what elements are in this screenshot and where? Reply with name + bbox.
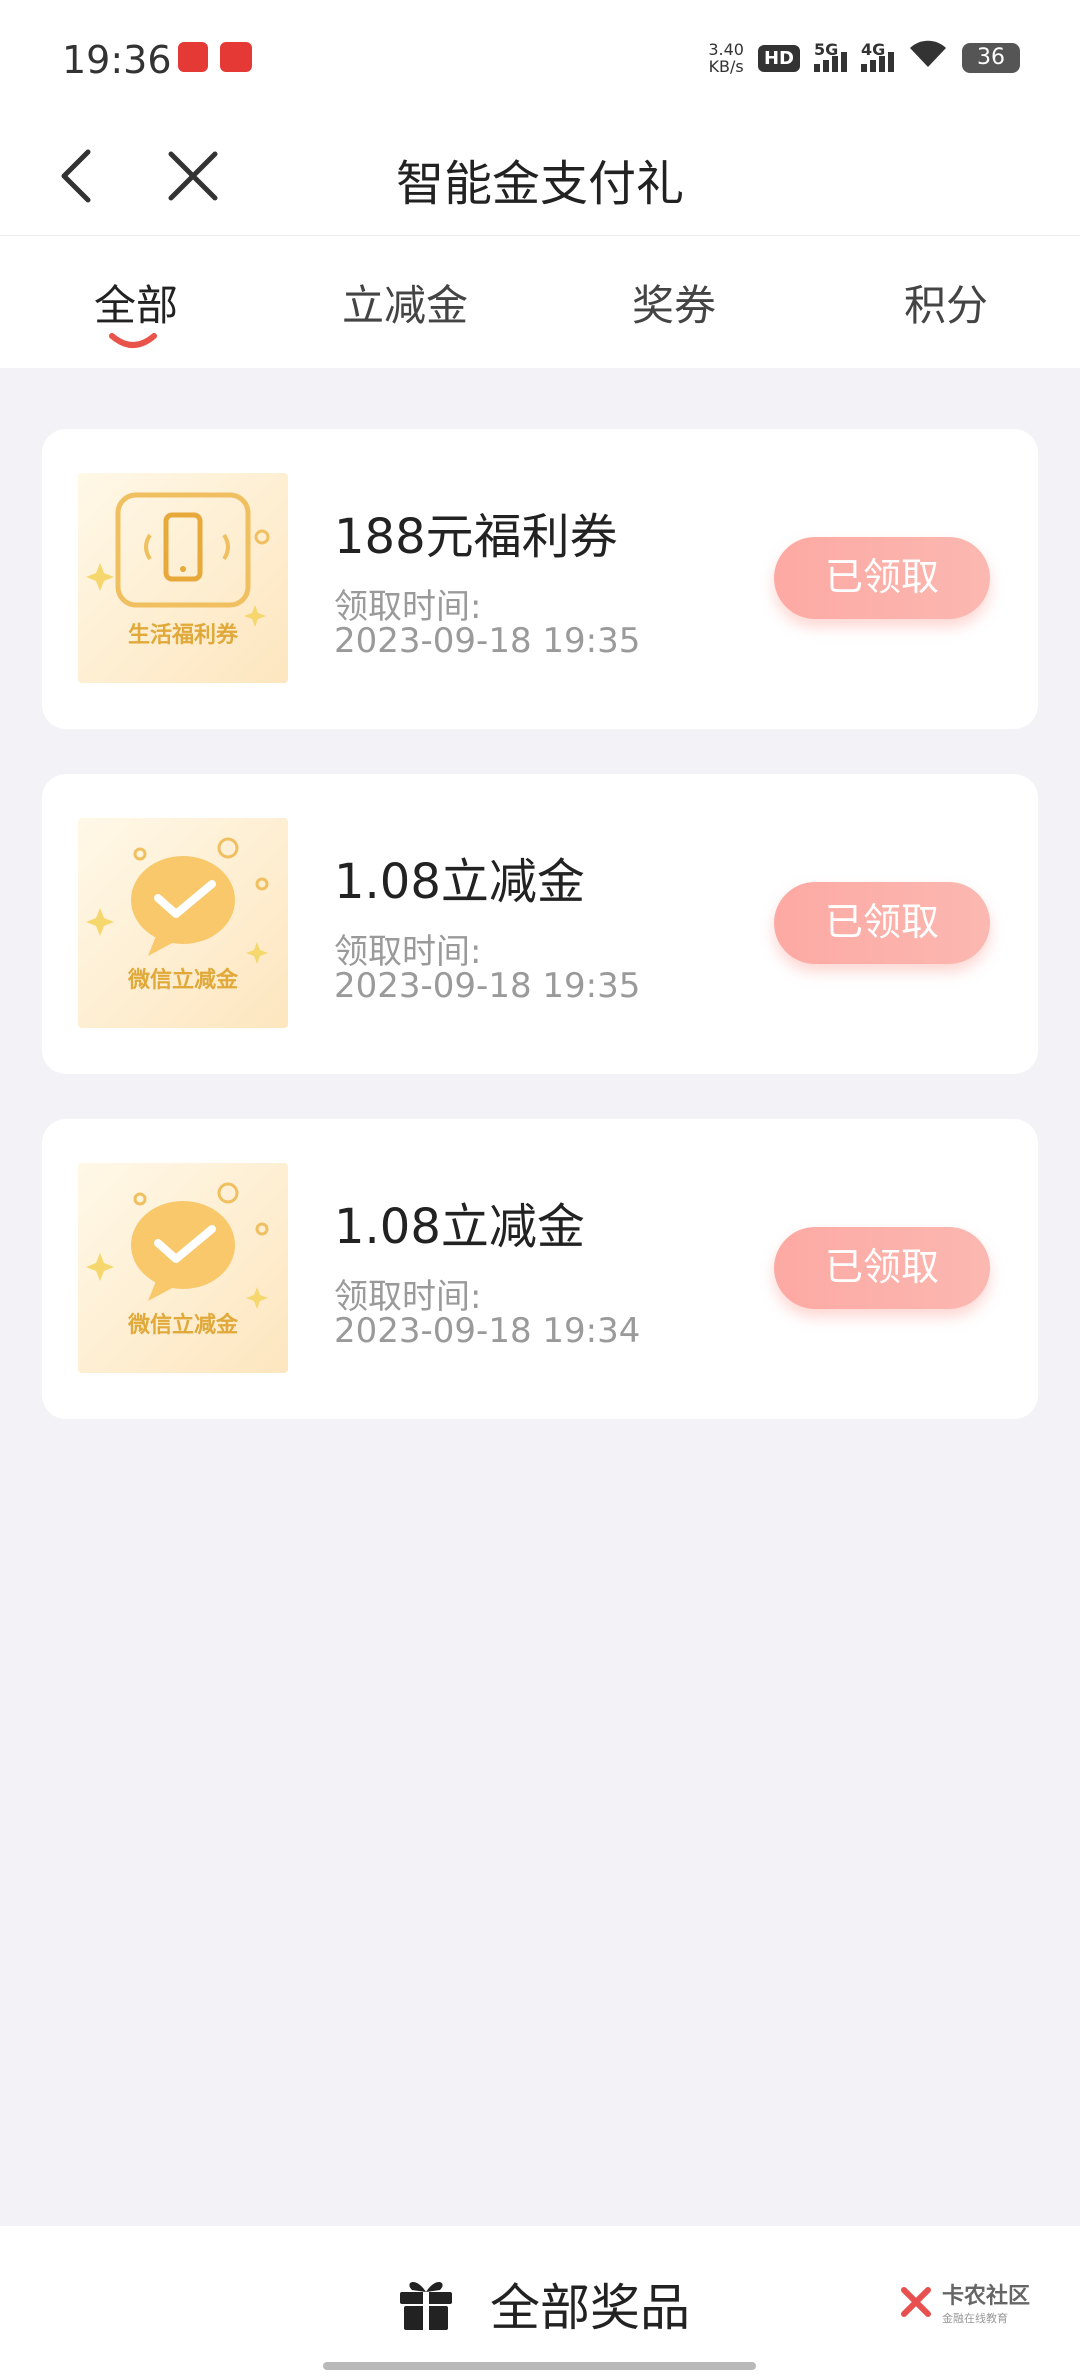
wechat-pay-icon (86, 1182, 269, 1309)
speed-unit: KB/s (708, 57, 744, 76)
tab-points[interactable]: 积分 (904, 272, 988, 333)
prize-card: 微信立减金 1.08立减金 领取时间: 2023-09-18 19:35 已领取 (42, 774, 1038, 1074)
claim-time: 2023-09-18 19:35 (334, 966, 641, 1006)
prize-name: 1.08立减金 (334, 1199, 585, 1255)
signal-5g-label: 5G (814, 40, 839, 59)
watermark: 卡农社区 金融在线教育 (898, 2278, 1030, 2326)
prize-name: 188元福利券 (334, 509, 618, 565)
prize-thumbnail: 微信立减金 (78, 818, 288, 1028)
home-indicator[interactable] (323, 2362, 756, 2370)
speed-value: 3.40 (708, 40, 744, 59)
prize-thumbnail: 生活福利券 (78, 473, 288, 683)
status-time: 19:36 (62, 38, 172, 82)
thumbnail-caption: 微信立减金 (127, 1313, 238, 1338)
hd-icon: HD (757, 44, 800, 72)
wechat-pay-icon (86, 837, 269, 964)
claim-time: 2023-09-18 19:35 (334, 621, 641, 661)
notification-app-icon (178, 42, 208, 72)
wifi-icon (908, 38, 948, 78)
status-right: 3.40 KB/s HD 5G 4G 36 (708, 38, 1020, 78)
tab-bar: 全部 立减金 奖券 积分 (0, 236, 1080, 368)
all-prizes-button[interactable]: 全部奖品 (490, 2268, 690, 2340)
network-speed: 3.40 KB/s (708, 41, 744, 75)
phone-coupon-icon (86, 492, 270, 627)
watermark-text: 卡农社区 (942, 2284, 1031, 2309)
tab-instant-discount[interactable]: 立减金 (342, 272, 468, 333)
claim-time: 2023-09-18 19:34 (334, 1311, 641, 1351)
prize-card: 生活福利券 188元福利券 领取时间: 2023-09-18 19:35 已领取 (42, 429, 1038, 729)
claimed-button[interactable]: 已领取 (774, 1227, 990, 1309)
page-title: 智能金支付礼 (395, 156, 684, 212)
watermark-subtext: 金融在线教育 (942, 2312, 1008, 2325)
claimed-button[interactable]: 已领取 (774, 882, 990, 964)
prize-card: 微信立减金 1.08立减金 领取时间: 2023-09-18 19:34 已领取 (42, 1119, 1038, 1419)
signal-5g-icon: 5G (814, 40, 847, 72)
prize-name: 1.08立减金 (334, 854, 585, 910)
header: 智能金支付礼 (0, 116, 1080, 236)
prize-thumbnail: 微信立减金 (78, 1163, 288, 1373)
thumbnail-caption: 生活福利券 (127, 623, 238, 648)
signal-4g-label: 4G (861, 40, 886, 59)
active-tab-indicator (109, 333, 157, 348)
thumbnail-caption: 微信立减金 (127, 968, 238, 993)
watermark-logo-icon (901, 2287, 931, 2317)
battery-icon: 36 (962, 43, 1020, 73)
claimed-button[interactable]: 已领取 (774, 537, 990, 619)
status-bar: 19:36 3.40 KB/s HD 5G 4G 36 (0, 0, 1080, 116)
notification-app-icon-2 (220, 42, 252, 72)
signal-4g-icon: 4G (861, 40, 894, 72)
bottom-bar: 全部奖品 卡农社区 金融在线教育 (0, 2226, 1080, 2376)
tab-vouchers[interactable]: 奖券 (632, 272, 716, 333)
gift-icon[interactable] (396, 2272, 456, 2332)
tab-all[interactable]: 全部 (94, 272, 178, 333)
